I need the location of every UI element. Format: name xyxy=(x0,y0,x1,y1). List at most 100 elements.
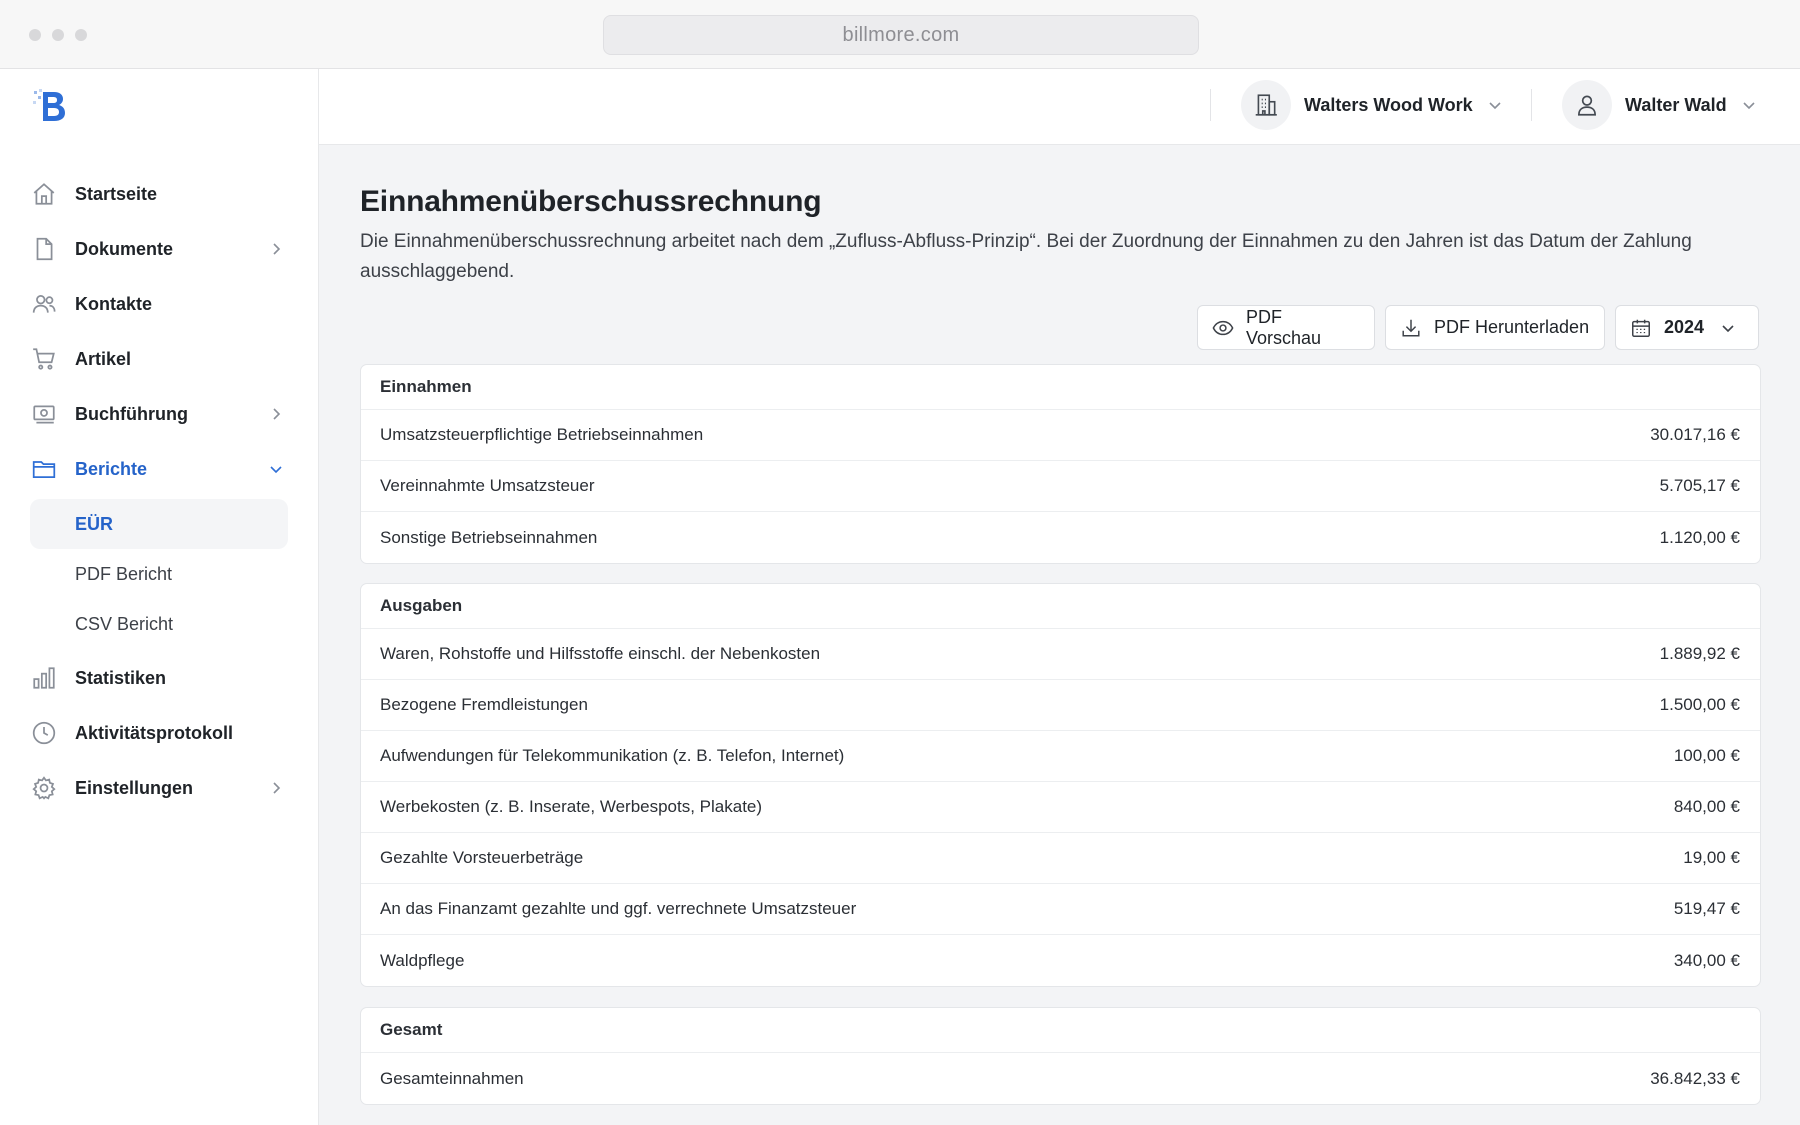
row-label: Gezahlte Vorsteuerbeträge xyxy=(380,848,584,867)
table-row: Waldpflege 340,00 € xyxy=(361,935,1760,986)
folder-icon xyxy=(30,455,58,483)
row-amount: 36.842,33 € xyxy=(1650,1068,1740,1088)
row-amount: 1.120,00 € xyxy=(1659,527,1740,547)
row-label: Waren, Rohstoffe und Hilfsstoffe einschl… xyxy=(380,644,821,663)
row-label: Vereinnahmte Umsatzsteuer xyxy=(380,476,595,495)
table-row: Bezogene Fremdleistungen 1.500,00 € xyxy=(361,680,1760,731)
row-amount: 340,00 € xyxy=(1673,950,1740,970)
building-icon xyxy=(1241,80,1291,130)
pdf-preview-label: PDF Vorschau xyxy=(1246,306,1322,348)
chevron-right-icon xyxy=(268,241,284,257)
pdf-preview-button[interactable]: PDF Vorschau xyxy=(1197,305,1375,350)
calendar-icon xyxy=(1630,317,1652,339)
chevron-down-icon xyxy=(1741,97,1757,113)
row-label: Gesamteinnahmen xyxy=(380,1068,524,1088)
main-content: Einnahmenüberschussrechnung Die Einnahme… xyxy=(319,145,1800,1125)
row-label: Aufwendungen für Telekommunikation (z. B… xyxy=(380,746,845,765)
income-card: Einnahmen Umsatzsteuerpflichtige Betrieb… xyxy=(360,364,1761,564)
pdf-download-label: PDF Herunterladen xyxy=(1434,317,1590,337)
sidebar-item-berichte[interactable]: Berichte xyxy=(30,446,288,492)
table-row: Gesamteinnahmen 36.842,33 € xyxy=(361,1053,1760,1104)
table-row: Werbekosten (z. B. Inserate, Werbespots,… xyxy=(361,782,1760,833)
sidebar-item-label: Einstellungen xyxy=(75,777,194,798)
total-card: Gesamt Gesamteinnahmen 36.842,33 € xyxy=(360,1007,1761,1105)
sidebar-item-label: Dokumente xyxy=(75,238,174,259)
window-close-button[interactable] xyxy=(29,29,41,41)
table-row: Aufwendungen für Telekommunikation (z. B… xyxy=(361,731,1760,782)
page-description: Die Einnahmenüberschussrechnung arbeitet… xyxy=(360,231,1692,282)
billmore-logo[interactable] xyxy=(32,87,68,123)
page-title: Einnahmenüberschussrechnung xyxy=(360,185,822,218)
sidebar-subitem-pdf-bericht[interactable]: PDF Bericht xyxy=(30,549,288,599)
table-row: Waren, Rohstoffe und Hilfsstoffe einschl… xyxy=(361,629,1760,680)
table-row: An das Finanzamt gezahlte und ggf. verre… xyxy=(361,884,1760,935)
sidebar-subitem-eur[interactable]: EÜR xyxy=(30,499,288,549)
sidebar-item-buchfuehrung[interactable]: Buchführung xyxy=(30,391,288,437)
sidebar-item-artikel[interactable]: Artikel xyxy=(30,336,288,382)
divider xyxy=(1210,89,1211,121)
chevron-right-icon xyxy=(268,406,284,422)
sidebar-item-label: Berichte xyxy=(75,458,148,479)
row-label: Umsatzsteuerpflichtige Betriebseinnahmen xyxy=(380,425,704,444)
users-icon xyxy=(30,290,58,318)
row-label: Sonstige Betriebseinnahmen xyxy=(380,527,598,547)
window-minimize-button[interactable] xyxy=(52,29,64,41)
sidebar: Startseite Dokumente Kontakte Artikel Bu… xyxy=(0,69,319,1125)
user-name: Walter Wald xyxy=(1625,94,1727,115)
section-title: Gesamt xyxy=(361,1008,1760,1053)
table-row: Sonstige Betriebseinnahmen 1.120,00 € xyxy=(361,512,1760,563)
download-icon xyxy=(1400,317,1422,339)
sidebar-item-label: Buchführung xyxy=(75,403,188,424)
row-amount: 19,00 € xyxy=(1683,848,1740,867)
row-label: Waldpflege xyxy=(380,950,465,970)
window-maximize-button[interactable] xyxy=(75,29,87,41)
row-amount: 519,47 € xyxy=(1673,899,1740,918)
document-icon xyxy=(30,235,58,263)
home-icon xyxy=(30,180,58,208)
chevron-right-icon xyxy=(268,780,284,796)
sidebar-item-label: Startseite xyxy=(75,183,158,204)
table-row: Vereinnahmte Umsatzsteuer 5.705,17 € xyxy=(361,461,1760,512)
pdf-download-button[interactable]: PDF Herunterladen xyxy=(1385,305,1605,350)
table-row: Gezahlte Vorsteuerbeträge 19,00 € xyxy=(361,833,1760,884)
cart-icon xyxy=(30,345,58,373)
row-amount: 1.889,92 € xyxy=(1659,644,1740,663)
chevron-down-icon xyxy=(1487,97,1503,113)
sidebar-subitem-csv-bericht[interactable]: CSV Bericht xyxy=(30,599,288,649)
company-switcher[interactable]: Walters Wood Work xyxy=(1241,79,1503,131)
chevron-down-icon xyxy=(1720,320,1736,336)
sidebar-item-kontakte[interactable]: Kontakte xyxy=(30,281,288,327)
row-amount: 1.500,00 € xyxy=(1659,695,1740,714)
section-title: Ausgaben xyxy=(361,584,1760,629)
expenses-card: Ausgaben Waren, Rohstoffe und Hilfsstoff… xyxy=(360,583,1761,987)
sidebar-item-label: Kontakte xyxy=(75,293,153,314)
year-select[interactable]: 2024 xyxy=(1615,305,1759,350)
sidebar-item-statistiken[interactable]: Statistiken xyxy=(30,655,288,701)
sidebar-item-startseite[interactable]: Startseite xyxy=(30,171,288,217)
bar-chart-icon xyxy=(30,664,58,692)
eye-icon xyxy=(1212,317,1234,339)
gear-icon xyxy=(30,774,58,802)
clock-icon xyxy=(30,719,58,747)
year-value: 2024 xyxy=(1664,317,1705,337)
row-amount: 30.017,16 € xyxy=(1650,425,1740,444)
row-label: Bezogene Fremdleistungen xyxy=(380,695,588,714)
sidebar-item-aktivitaetsprotokoll[interactable]: Aktivitätsprotokoll xyxy=(30,710,288,756)
user-icon xyxy=(1562,80,1612,130)
sidebar-item-dokumente[interactable]: Dokumente xyxy=(30,226,288,272)
user-menu[interactable]: Walter Wald xyxy=(1562,79,1757,131)
row-amount: 100,00 € xyxy=(1673,746,1740,765)
row-amount: 840,00 € xyxy=(1673,797,1740,816)
row-amount: 5.705,17 € xyxy=(1659,476,1740,495)
company-name: Walters Wood Work xyxy=(1304,94,1473,115)
cash-icon xyxy=(30,400,58,428)
top-bar: Walters Wood Work Walter Wald xyxy=(319,69,1800,145)
row-label: An das Finanzamt gezahlte und ggf. verre… xyxy=(380,899,857,918)
browser-chrome: billmore.com xyxy=(0,0,1800,69)
sidebar-item-einstellungen[interactable]: Einstellungen xyxy=(30,765,288,811)
section-title: Einnahmen xyxy=(361,365,1760,410)
chevron-down-icon xyxy=(268,461,284,477)
table-row: Umsatzsteuerpflichtige Betriebseinnahmen… xyxy=(361,410,1760,461)
sidebar-item-label: Statistiken xyxy=(75,667,167,688)
address-bar[interactable]: billmore.com xyxy=(603,15,1199,55)
